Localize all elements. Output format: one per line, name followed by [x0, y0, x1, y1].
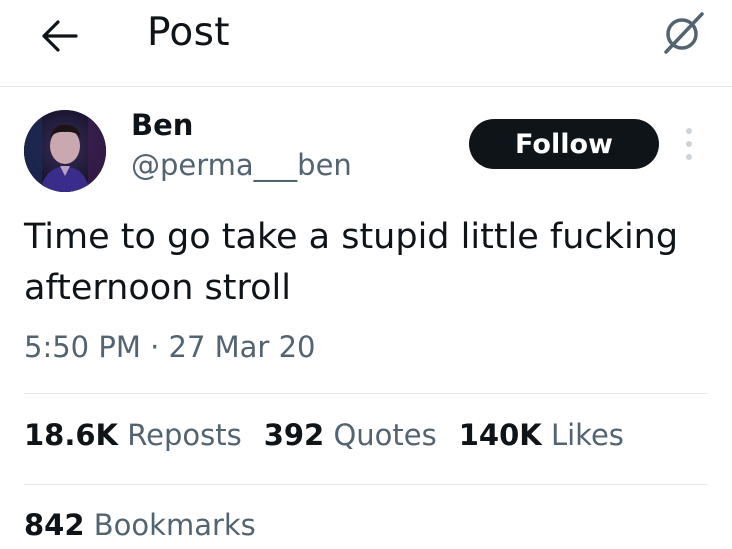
- page-title: Post: [147, 10, 230, 55]
- likes-stat[interactable]: 140K Likes: [459, 418, 624, 452]
- more-dot: [686, 128, 692, 134]
- reposts-label: Reposts: [127, 418, 242, 452]
- quotes-count: 392: [263, 418, 325, 452]
- post-time[interactable]: 5:50 PM: [24, 330, 141, 364]
- more-options-icon[interactable]: [678, 124, 700, 164]
- top-bar: Post: [0, 0, 732, 87]
- grok-icon[interactable]: [658, 8, 708, 58]
- quotes-stat[interactable]: 392 Quotes: [264, 418, 437, 452]
- more-dot: [686, 154, 692, 160]
- likes-label: Likes: [550, 418, 624, 452]
- bookmarks-stat[interactable]: 842 Bookmarks: [24, 508, 256, 542]
- post-date[interactable]: 27 Mar 20: [169, 330, 316, 364]
- divider: [24, 393, 708, 394]
- follow-button[interactable]: Follow: [469, 119, 659, 169]
- bookmarks-label: Bookmarks: [93, 508, 256, 542]
- post-text: Time to go take a stupid little fucking …: [24, 217, 679, 308]
- author-handle[interactable]: @perma___ben: [131, 148, 352, 182]
- reposts-stat[interactable]: 18.6K Reposts: [24, 418, 242, 452]
- author-name[interactable]: Ben: [131, 108, 193, 142]
- likes-count: 140K: [458, 418, 542, 452]
- arrow-left-icon[interactable]: [38, 16, 80, 56]
- more-dot: [686, 141, 692, 147]
- reposts-count: 18.6K: [24, 418, 119, 452]
- avatar[interactable]: [24, 110, 106, 192]
- post-timestamp: 5:50 PM · 27 Mar 20: [24, 330, 315, 364]
- quotes-label: Quotes: [333, 418, 437, 452]
- bookmarks-count: 842: [24, 508, 85, 542]
- divider: [24, 484, 708, 485]
- engagement-stats: 18.6K Reposts 392 Quotes 140K Likes: [24, 418, 646, 452]
- meta-separator: ·: [150, 330, 160, 364]
